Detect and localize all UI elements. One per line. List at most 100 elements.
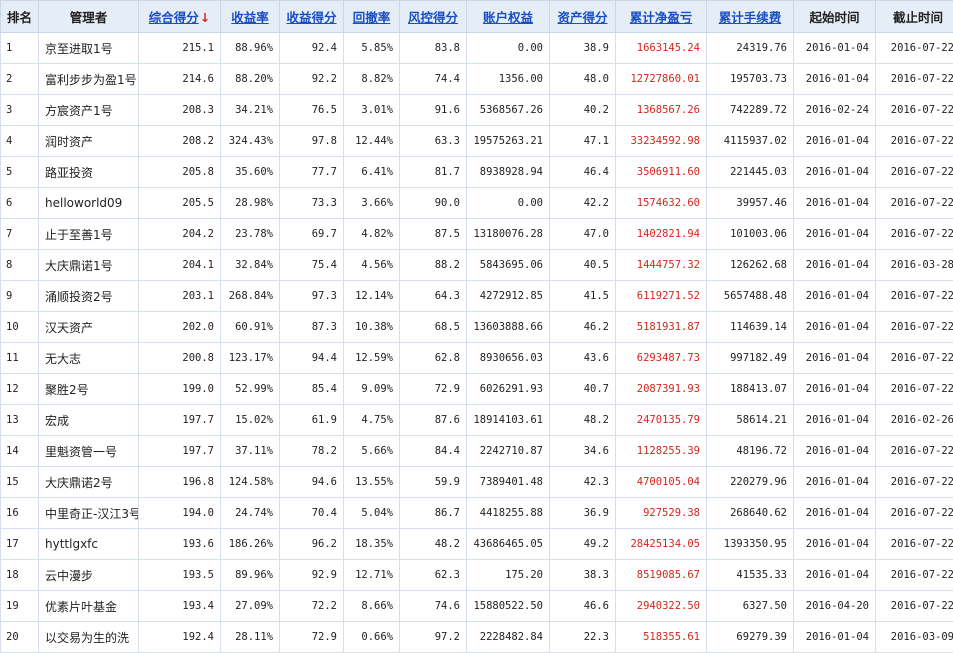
header-risk-score[interactable]: 风控得分 bbox=[400, 1, 467, 33]
cell-cum-fee: 126262.68 bbox=[707, 250, 794, 281]
cell-return-score: 70.4 bbox=[280, 498, 344, 529]
table-row: 1京至进取1号215.188.96%92.45.85%83.80.0038.91… bbox=[1, 33, 953, 64]
cell-drawdown: 12.14% bbox=[344, 281, 400, 312]
cell-cum-fee: 69279.39 bbox=[707, 622, 794, 653]
header-cum-pnl[interactable]: 累计净盈亏 bbox=[616, 1, 707, 33]
cell-composite-score: 197.7 bbox=[139, 436, 221, 467]
cell-cum-pnl: 6293487.73 bbox=[616, 343, 707, 374]
cell-manager: 以交易为生的洗 bbox=[39, 622, 139, 653]
cell-rank: 1 bbox=[1, 33, 39, 64]
cell-composite-score: 194.0 bbox=[139, 498, 221, 529]
cell-return-score: 85.4 bbox=[280, 374, 344, 405]
cell-equity: 6026291.93 bbox=[467, 374, 550, 405]
cell-risk-score: 91.6 bbox=[400, 95, 467, 126]
table-row: 6helloworld09205.528.98%73.33.66%90.00.0… bbox=[1, 188, 953, 219]
cell-risk-score: 64.3 bbox=[400, 281, 467, 312]
cell-end-time: 2016-07-22 bbox=[876, 560, 953, 591]
cell-return-rate: 24.74% bbox=[221, 498, 280, 529]
cell-drawdown: 5.85% bbox=[344, 33, 400, 64]
cell-end-time: 2016-07-22 bbox=[876, 591, 953, 622]
cell-asset-score: 48.0 bbox=[550, 64, 616, 95]
header-cum-fee-label: 累计手续费 bbox=[719, 10, 782, 25]
cell-manager: 云中漫步 bbox=[39, 560, 139, 591]
cell-rank: 15 bbox=[1, 467, 39, 498]
cell-start-time: 2016-01-04 bbox=[794, 405, 876, 436]
cell-end-time: 2016-07-22 bbox=[876, 126, 953, 157]
cell-return-rate: 268.84% bbox=[221, 281, 280, 312]
header-composite-score[interactable]: 综合得分↓ bbox=[139, 1, 221, 33]
cell-asset-score: 47.1 bbox=[550, 126, 616, 157]
cell-rank: 17 bbox=[1, 529, 39, 560]
cell-cum-pnl: 2940322.50 bbox=[616, 591, 707, 622]
header-asset-score[interactable]: 资产得分 bbox=[550, 1, 616, 33]
table-row: 8大庆鼎诺1号204.132.84%75.44.56%88.25843695.0… bbox=[1, 250, 953, 281]
cell-risk-score: 62.8 bbox=[400, 343, 467, 374]
cell-start-time: 2016-01-04 bbox=[794, 188, 876, 219]
cell-composite-score: 204.2 bbox=[139, 219, 221, 250]
cell-risk-score: 68.5 bbox=[400, 312, 467, 343]
cell-end-time: 2016-07-22 bbox=[876, 529, 953, 560]
header-equity-label: 账户权益 bbox=[483, 10, 533, 25]
cell-risk-score: 74.6 bbox=[400, 591, 467, 622]
cell-cum-pnl: 1574632.60 bbox=[616, 188, 707, 219]
table-row: 13宏成197.715.02%61.94.75%87.618914103.614… bbox=[1, 405, 953, 436]
cell-rank: 7 bbox=[1, 219, 39, 250]
ranking-table: 排名 管理者 综合得分↓ 收益率 收益得分 回撤率 风控得分 账户权益 资产得分… bbox=[0, 0, 953, 653]
header-asset-score-label: 资产得分 bbox=[557, 10, 607, 25]
cell-risk-score: 81.7 bbox=[400, 157, 467, 188]
cell-manager: 优素片叶基金 bbox=[39, 591, 139, 622]
cell-end-time: 2016-07-22 bbox=[876, 312, 953, 343]
cell-risk-score: 88.2 bbox=[400, 250, 467, 281]
cell-cum-pnl: 33234592.98 bbox=[616, 126, 707, 157]
cell-start-time: 2016-01-04 bbox=[794, 529, 876, 560]
sort-desc-arrow-icon: ↓ bbox=[200, 10, 210, 25]
header-composite-label: 综合得分 bbox=[149, 10, 199, 25]
header-return-score[interactable]: 收益得分 bbox=[280, 1, 344, 33]
cell-equity: 4418255.88 bbox=[467, 498, 550, 529]
header-cum-fee[interactable]: 累计手续费 bbox=[707, 1, 794, 33]
cell-rank: 4 bbox=[1, 126, 39, 157]
header-return-rate[interactable]: 收益率 bbox=[221, 1, 280, 33]
cell-composite-score: 193.6 bbox=[139, 529, 221, 560]
cell-start-time: 2016-04-20 bbox=[794, 591, 876, 622]
cell-drawdown: 8.66% bbox=[344, 591, 400, 622]
cell-start-time: 2016-01-04 bbox=[794, 33, 876, 64]
header-drawdown[interactable]: 回撤率 bbox=[344, 1, 400, 33]
table-row: 4润时资产208.2324.43%97.812.44%63.319575263.… bbox=[1, 126, 953, 157]
cell-start-time: 2016-01-04 bbox=[794, 126, 876, 157]
cell-manager: 宏成 bbox=[39, 405, 139, 436]
cell-end-time: 2016-03-09 bbox=[876, 622, 953, 653]
cell-asset-score: 46.4 bbox=[550, 157, 616, 188]
cell-asset-score: 48.2 bbox=[550, 405, 616, 436]
cell-start-time: 2016-01-04 bbox=[794, 467, 876, 498]
cell-risk-score: 74.4 bbox=[400, 64, 467, 95]
cell-return-score: 87.3 bbox=[280, 312, 344, 343]
table-row: 16中里奇正-汉江3号194.024.74%70.45.04%86.744182… bbox=[1, 498, 953, 529]
cell-risk-score: 90.0 bbox=[400, 188, 467, 219]
cell-cum-pnl: 518355.61 bbox=[616, 622, 707, 653]
cell-cum-fee: 114639.14 bbox=[707, 312, 794, 343]
header-equity[interactable]: 账户权益 bbox=[467, 1, 550, 33]
table-row: 7止于至善1号204.223.78%69.74.82%87.513180076.… bbox=[1, 219, 953, 250]
cell-return-rate: 88.96% bbox=[221, 33, 280, 64]
cell-drawdown: 13.55% bbox=[344, 467, 400, 498]
cell-asset-score: 40.7 bbox=[550, 374, 616, 405]
cell-asset-score: 47.0 bbox=[550, 219, 616, 250]
cell-risk-score: 59.9 bbox=[400, 467, 467, 498]
cell-asset-score: 42.3 bbox=[550, 467, 616, 498]
cell-rank: 2 bbox=[1, 64, 39, 95]
cell-return-rate: 124.58% bbox=[221, 467, 280, 498]
cell-cum-fee: 48196.72 bbox=[707, 436, 794, 467]
cell-return-score: 72.9 bbox=[280, 622, 344, 653]
cell-manager: 涌顺投资2号 bbox=[39, 281, 139, 312]
cell-risk-score: 97.2 bbox=[400, 622, 467, 653]
cell-risk-score: 84.4 bbox=[400, 436, 467, 467]
cell-cum-pnl: 8519085.67 bbox=[616, 560, 707, 591]
cell-return-rate: 32.84% bbox=[221, 250, 280, 281]
cell-composite-score: 205.8 bbox=[139, 157, 221, 188]
cell-end-time: 2016-07-22 bbox=[876, 436, 953, 467]
cell-composite-score: 208.3 bbox=[139, 95, 221, 126]
header-start-time: 起始时间 bbox=[794, 1, 876, 33]
cell-manager: 中里奇正-汉江3号 bbox=[39, 498, 139, 529]
cell-cum-fee: 39957.46 bbox=[707, 188, 794, 219]
